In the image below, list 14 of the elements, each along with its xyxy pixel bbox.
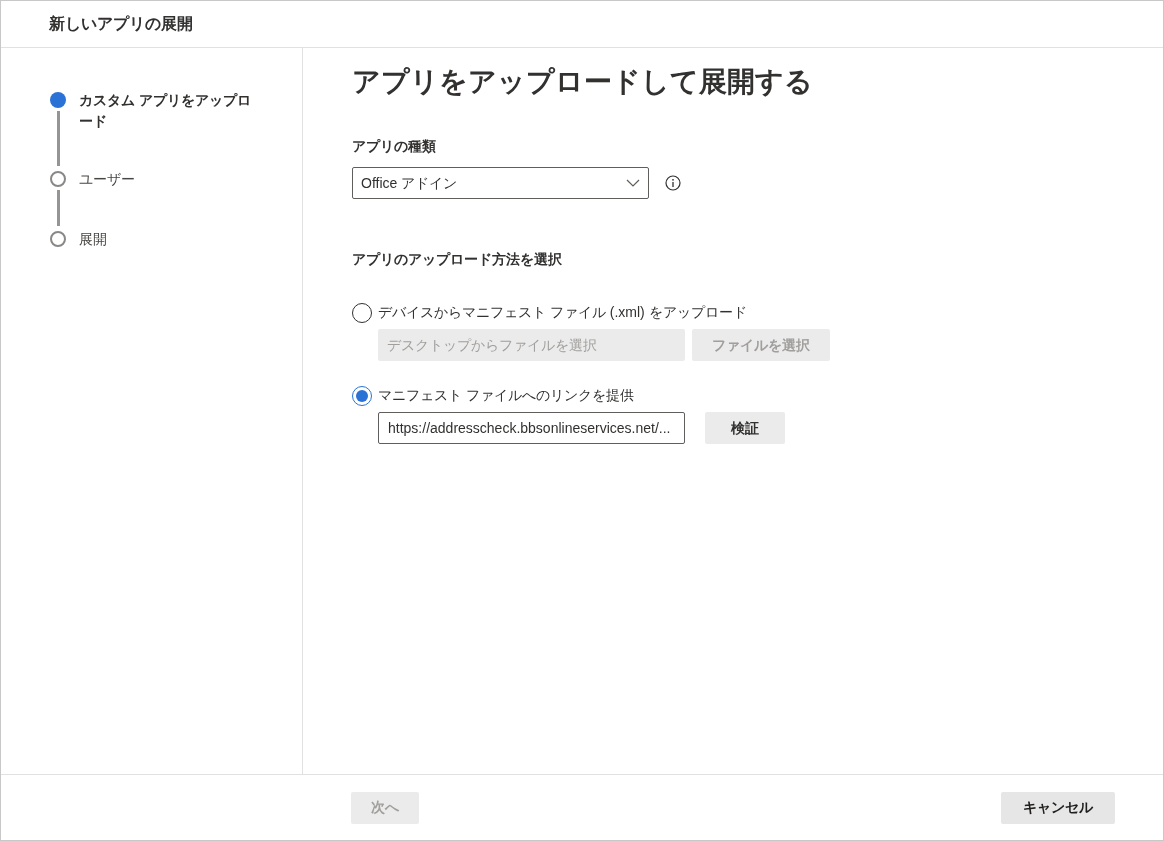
app-type-dropdown[interactable]: Office アドイン (352, 167, 649, 199)
verify-button[interactable]: 検証 (705, 412, 785, 444)
step-label[interactable]: カスタム アプリをアップロード (79, 90, 259, 169)
step-label[interactable]: 展開 (79, 229, 259, 250)
radio-label[interactable]: マニフェスト ファイルへのリンクを提供 (378, 385, 634, 406)
field-label: アプリの種類 (352, 137, 437, 156)
info-icon[interactable] (665, 175, 681, 191)
url-field[interactable]: https://addresscheck.bbsonlineservices.net/... (378, 412, 685, 444)
cancel-button[interactable]: キャンセル (1001, 791, 1115, 824)
section-label: アプリのアップロード方法を選択 (352, 250, 563, 269)
page-heading: アプリをアップロードして展開する (352, 65, 814, 99)
dialog-title: 新しいアプリの展開 (49, 14, 193, 34)
step-label[interactable]: ユーザー (79, 169, 259, 229)
chevron-down-icon (626, 179, 640, 187)
